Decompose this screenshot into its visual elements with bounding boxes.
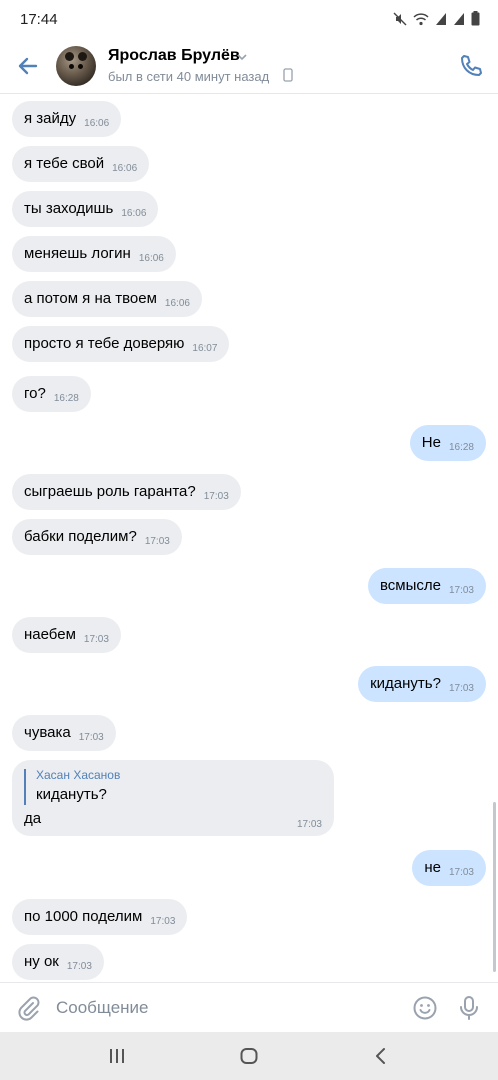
message-text: бабки поделим? [24,528,137,545]
message-text: сыграешь роль гаранта? [24,483,196,500]
message-input[interactable] [56,995,396,1021]
message-time: 17:03 [66,961,92,972]
message-time: 17:03 [78,732,104,743]
wifi-icon [413,12,429,25]
signal-icon [436,12,446,25]
chat-screen: 17:44 Ярослав Брулёв был в сети 40 минут… [0,0,498,1080]
message-bubble-incoming[interactable]: ты заходишь 16:06 [12,191,159,227]
scrollbar[interactable] [493,802,496,972]
battery-icon [471,11,480,26]
mute-icon [393,12,407,25]
message-text: я тебе свой [24,155,105,172]
message-list[interactable]: я зайду 16:06 я тебе свой 16:06 ты заходиш… [0,94,498,982]
home-icon[interactable] [237,1044,261,1068]
message-time: 17:03 [448,585,474,596]
message-bubble-incoming[interactable]: го? 16:28 [12,376,91,412]
message-bubble-outgoing[interactable]: не 17:03 [412,850,486,886]
status-icons [393,11,480,26]
message-time: 17:03 [144,536,170,547]
chevron-down-icon[interactable] [236,51,248,63]
mobile-phone-icon [283,68,293,82]
message-bubble-outgoing[interactable]: кидануть? 17:03 [358,666,486,702]
message-text: меняешь логин [24,245,131,262]
android-nav-bar [0,1032,498,1080]
back-icon[interactable] [369,1044,393,1068]
message-text: чувака [24,724,71,741]
recent-apps-icon[interactable] [105,1044,129,1068]
message-text: да [24,810,42,827]
message-time: 17:03 [83,634,109,645]
message-bubble-outgoing[interactable]: всмысле 17:03 [367,568,486,604]
message-text: ну ок [24,953,59,970]
message-bubble-incoming[interactable]: просто я тебе доверяю 16:07 [12,326,230,362]
reply-quote-bar [24,769,26,805]
message-bubble-incoming[interactable]: меняешь логин 16:06 [12,236,176,272]
message-bubble-incoming[interactable]: а потом я на твоем 16:06 [12,281,202,317]
call-icon[interactable] [458,53,484,79]
message-time: 17:03 [296,819,322,830]
message-bubble-incoming[interactable]: ну ок 17:03 [12,944,104,980]
message-time: 17:03 [203,491,229,502]
message-bubble-incoming[interactable]: по 1000 поделим 17:03 [12,899,188,935]
message-bubble-reply[interactable]: Хасан Хасанов кидануть? да 17:03 [12,760,334,836]
message-bubble-outgoing[interactable]: Не 16:28 [409,425,486,461]
message-time: 16:06 [84,118,110,129]
reply-author[interactable]: Хасан Хасанов [36,768,120,782]
contact-status: был в сети 40 минут назад [108,69,270,84]
message-bubble-incoming[interactable]: бабки поделим? 17:03 [12,519,182,555]
message-time: 16:06 [164,298,190,309]
emoji-icon[interactable] [412,995,438,1021]
back-arrow-icon[interactable] [14,52,42,80]
message-text: го? [24,385,46,402]
message-time: 17:03 [448,683,474,694]
message-time: 17:03 [150,916,176,927]
message-text: наебем [24,626,76,643]
microphone-icon[interactable] [456,995,482,1021]
message-text: не [424,859,441,876]
message-text: кидануть? [370,675,441,692]
chat-header: Ярослав Брулёв был в сети 40 минут назад [0,38,498,94]
reply-quoted-text: кидануть? [36,786,107,803]
message-composer [0,982,498,1032]
message-time: 17:03 [448,867,474,878]
message-text: просто я тебе доверяю [24,335,185,352]
paperclip-icon[interactable] [16,995,42,1021]
message-text: ты заходишь [24,200,114,217]
message-bubble-incoming[interactable]: я тебе свой 16:06 [12,146,150,182]
message-bubble-incoming[interactable]: чувака 17:03 [12,715,116,751]
signal-icon [454,12,464,25]
message-time: 16:07 [192,343,218,354]
message-text: всмысле [379,577,441,594]
message-text: я зайду [24,110,77,127]
message-text: по 1000 поделим [24,908,143,925]
message-bubble-incoming[interactable]: сыграешь роль гаранта? 17:03 [12,474,241,510]
message-bubble-incoming[interactable]: наебем 17:03 [12,617,121,653]
message-time: 16:28 [53,393,79,404]
message-text: а потом я на твоем [24,290,157,307]
message-text: Не [421,434,441,451]
message-time: 16:06 [112,163,138,174]
avatar[interactable] [56,46,96,86]
message-bubble-incoming[interactable]: я зайду 16:06 [12,101,122,137]
message-time: 16:06 [121,208,147,219]
message-time: 16:06 [138,253,164,264]
status-bar: 17:44 [0,0,498,38]
status-time: 17:44 [20,11,58,28]
message-time: 16:28 [448,442,474,453]
contact-name[interactable]: Ярослав Брулёв [108,47,240,65]
